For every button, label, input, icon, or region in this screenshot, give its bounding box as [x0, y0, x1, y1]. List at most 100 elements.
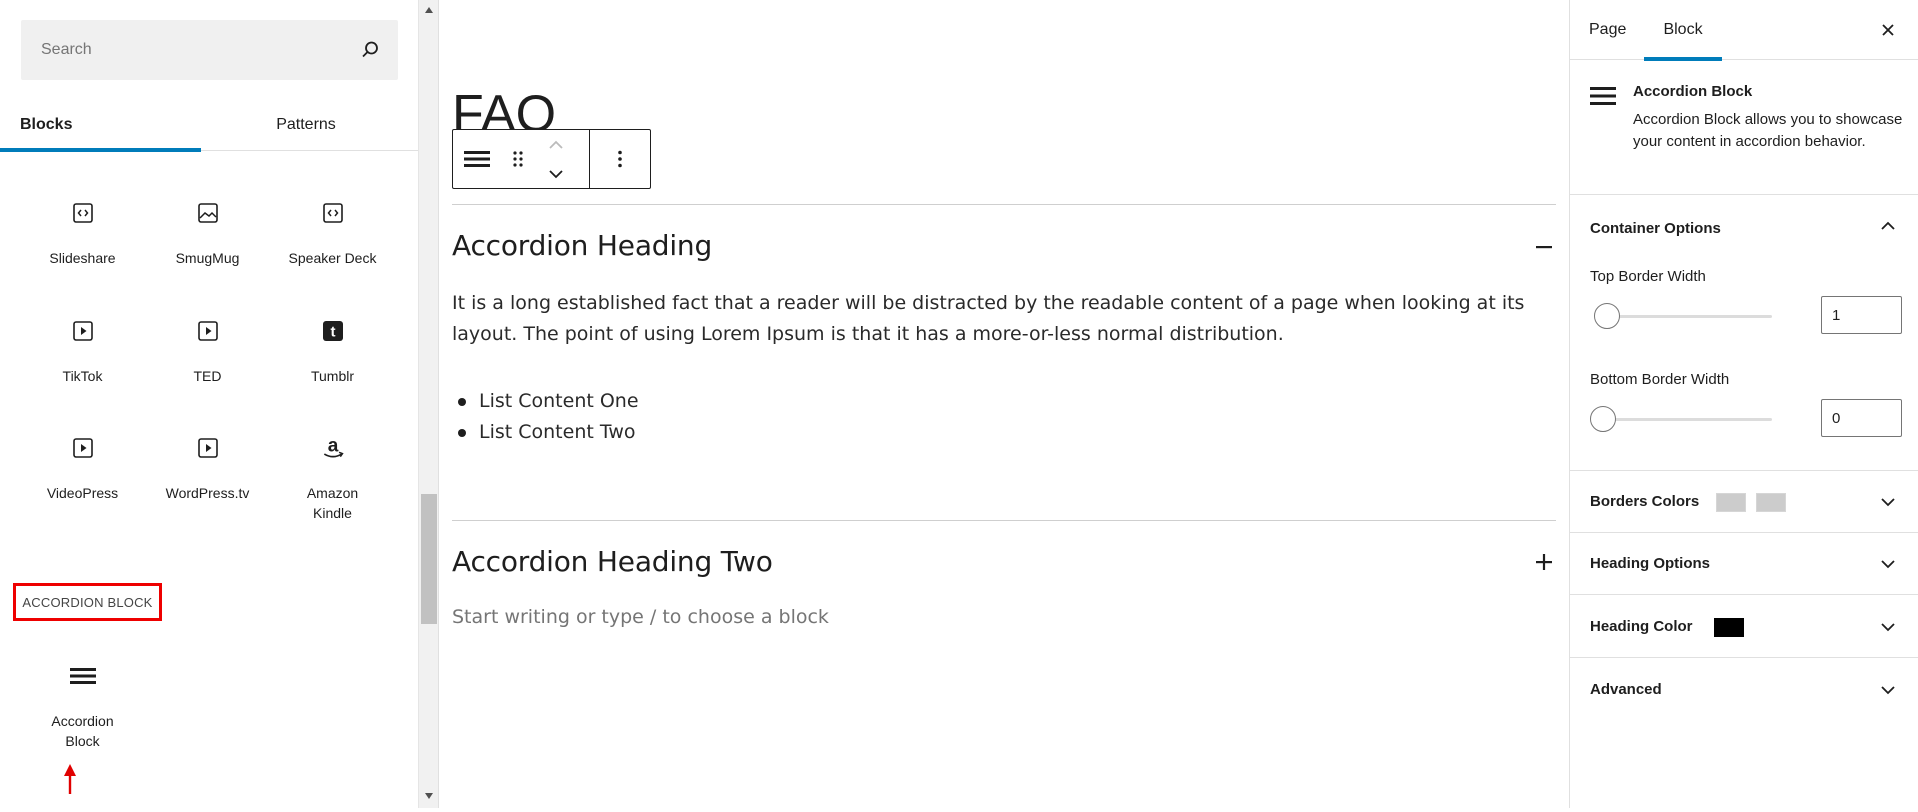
chevron-down-icon[interactable]	[1880, 497, 1896, 507]
tab-block[interactable]: Block	[1644, 0, 1722, 61]
range-track[interactable]	[1600, 418, 1772, 421]
range-track[interactable]	[1600, 315, 1772, 318]
control-label: Top Border Width	[1590, 268, 1706, 285]
arrow-up-icon	[64, 764, 76, 794]
panel-heading-color[interactable]: Heading Color	[1570, 595, 1918, 658]
plus-icon[interactable]	[1532, 550, 1556, 574]
tab-patterns[interactable]: Patterns	[201, 100, 411, 150]
scroll-down-arrow-icon[interactable]	[424, 792, 434, 800]
list-item[interactable]: List Content Two	[452, 417, 639, 448]
accordion-heading[interactable]: Accordion Heading	[452, 229, 712, 262]
video-icon	[70, 318, 96, 344]
menu-lines-icon	[1590, 87, 1616, 105]
settings-sidebar: Page Block Accordion Block Accordion Blo…	[1570, 0, 1918, 808]
block-toolbar	[452, 129, 651, 189]
block-item-label: TED	[193, 368, 222, 384]
panel-advanced[interactable]: Advanced	[1570, 658, 1918, 721]
panel-title[interactable]: Container Options	[1590, 220, 1721, 237]
inserter-tabs: Blocks Patterns	[0, 100, 418, 152]
scrollbar-thumb[interactable]	[421, 494, 437, 624]
tab-blocks[interactable]: Blocks	[0, 100, 201, 152]
panel-title[interactable]: Advanced	[1590, 681, 1662, 698]
move-down-button[interactable]	[541, 159, 571, 188]
accordion-list[interactable]: List Content One List Content Two	[452, 386, 639, 448]
block-item-videopress[interactable]: VideoPress	[20, 425, 145, 535]
block-search-input[interactable]	[21, 20, 341, 80]
chevron-down-icon[interactable]	[1880, 559, 1896, 569]
block-placeholder[interactable]: Start writing or type / to choose a bloc…	[452, 606, 829, 628]
block-item-amazon-kindle[interactable]: a Amazon Kindle	[270, 425, 395, 555]
chevron-up-icon[interactable]	[1880, 221, 1896, 231]
tab-page[interactable]: Page	[1589, 0, 1626, 60]
block-card-description: Accordion Block allows you to showcase y…	[1633, 111, 1903, 150]
bottom-border-width-input[interactable]	[1821, 399, 1902, 437]
block-item-label: Amazon Kindle	[306, 485, 359, 521]
block-item-label: SmugMug	[175, 250, 240, 266]
panel-title[interactable]: Heading Color	[1590, 618, 1693, 635]
image-icon	[195, 200, 221, 226]
accordion-body-text[interactable]: It is a long established fact that a rea…	[452, 288, 1552, 350]
chevron-up-icon	[549, 140, 563, 149]
search-icon[interactable]	[360, 40, 380, 60]
panel-title[interactable]: Heading Options	[1590, 555, 1710, 572]
panel-heading-options[interactable]: Heading Options	[1570, 533, 1918, 595]
block-item-label: Accordion Block	[51, 713, 114, 749]
amazon-icon: a	[320, 435, 346, 461]
minus-icon[interactable]	[1532, 235, 1556, 259]
block-card-title: Accordion Block	[1633, 83, 1753, 100]
list-item[interactable]: List Content One	[452, 386, 639, 417]
chevron-down-icon	[549, 169, 563, 178]
svg-text:a: a	[327, 435, 338, 456]
bottom-border-slider-thumb[interactable]	[1590, 406, 1616, 432]
embed-icon	[70, 200, 96, 226]
block-item-accordion-block[interactable]: Accordion Block	[20, 653, 145, 763]
block-card: Accordion Block Accordion Block allows y…	[1570, 61, 1918, 195]
tumblr-icon: t	[320, 318, 346, 344]
block-item-slideshare[interactable]: Slideshare	[20, 190, 145, 300]
chevron-down-icon[interactable]	[1880, 622, 1896, 632]
page-title[interactable]: FAQ	[452, 78, 556, 136]
menu-lines-icon	[464, 151, 490, 167]
block-item-label: Slideshare	[49, 250, 116, 266]
menu-lines-icon	[69, 663, 96, 689]
block-item-wordpress-tv[interactable]: WordPress.tv	[145, 425, 270, 535]
block-item-tumblr[interactable]: t Tumblr	[270, 308, 395, 418]
inserter-scrollbar[interactable]	[418, 0, 438, 808]
video-icon	[70, 435, 96, 461]
search-box	[21, 20, 398, 80]
accordion-divider	[452, 204, 1556, 205]
category-label-accordion-block: ACCORDION BLOCK	[13, 583, 162, 621]
control-label: Bottom Border Width	[1590, 371, 1730, 388]
drag-handle[interactable]	[501, 130, 535, 188]
more-vertical-icon	[618, 150, 622, 168]
panel-container-options: Container Options Top Border Width Botto…	[1570, 195, 1918, 471]
editor-canvas: FAQ Accordion Heading It is a long estab…	[439, 0, 1569, 808]
block-item-label: TikTok	[62, 368, 103, 384]
video-icon	[195, 435, 221, 461]
block-item-tiktok[interactable]: TikTok	[20, 308, 145, 418]
panel-borders-colors[interactable]: Borders Colors	[1570, 471, 1918, 533]
video-icon	[195, 318, 221, 344]
move-up-button[interactable]	[541, 130, 571, 159]
top-border-width-input[interactable]	[1821, 296, 1902, 334]
block-item-label: Tumblr	[310, 368, 355, 384]
block-item-label: VideoPress	[46, 485, 119, 501]
color-swatch	[1716, 493, 1746, 512]
block-type-button[interactable]	[453, 130, 501, 188]
sidebar-tabs: Page Block	[1570, 0, 1918, 61]
chevron-down-icon[interactable]	[1880, 685, 1896, 695]
scroll-up-arrow-icon[interactable]	[424, 6, 434, 14]
block-item-smugmug[interactable]: SmugMug	[145, 190, 270, 300]
top-border-slider-thumb[interactable]	[1594, 303, 1620, 329]
color-swatch	[1714, 618, 1744, 637]
panel-title[interactable]: Borders Colors	[1590, 493, 1699, 510]
block-item-ted[interactable]: TED	[145, 308, 270, 418]
accordion-heading-two[interactable]: Accordion Heading Two	[452, 545, 773, 578]
drag-handle-icon	[513, 151, 523, 167]
block-inserter-panel: Blocks Patterns Slideshare SmugMug Speak…	[0, 0, 418, 808]
more-options-button[interactable]	[590, 130, 650, 188]
block-item-speaker-deck[interactable]: Speaker Deck	[270, 190, 395, 300]
embed-icon	[320, 200, 346, 226]
accordion-divider	[452, 520, 1556, 521]
close-icon[interactable]	[1878, 20, 1898, 40]
